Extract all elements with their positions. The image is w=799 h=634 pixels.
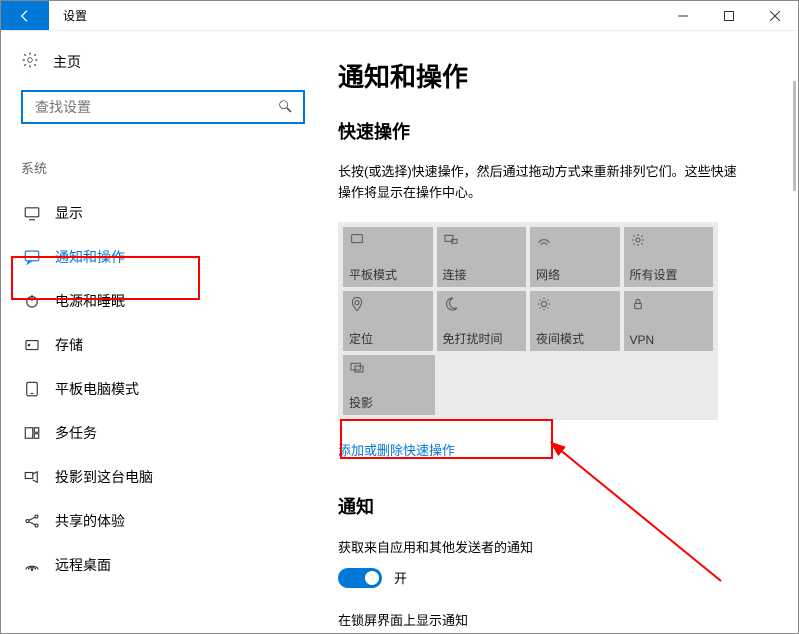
main: 通知和操作 快速操作 长按(或选择)快速操作，然后通过拖动方式来重新排列它们。这… <box>318 31 798 633</box>
maximize-icon <box>724 11 734 21</box>
close-button[interactable] <box>752 1 798 30</box>
tile-quiet-hours[interactable]: 免打扰时间 <box>437 291 527 351</box>
sidebar-item-display[interactable]: 显示 <box>21 191 308 235</box>
search-box[interactable] <box>21 90 305 124</box>
notif-toggle[interactable] <box>338 568 382 588</box>
nav-label: 多任务 <box>55 423 97 443</box>
sidebar-item-notifications[interactable]: 通知和操作 <box>21 235 308 279</box>
connect-icon <box>443 232 521 250</box>
tile-label: 投影 <box>349 394 429 411</box>
sidebar-item-project[interactable]: 投影到这台电脑 <box>21 455 308 499</box>
scrollbar-thumb[interactable] <box>793 81 796 191</box>
close-icon <box>770 11 780 21</box>
tile-night-light[interactable]: 夜间模式 <box>530 291 620 351</box>
section-notif-heading: 通知 <box>338 493 772 519</box>
toggle-row: 开 <box>338 568 772 588</box>
search-input[interactable] <box>33 98 277 116</box>
tile-label: 网络 <box>536 266 614 283</box>
tile-connect[interactable]: 连接 <box>437 227 527 287</box>
multitask-icon <box>23 424 41 442</box>
page-title: 通知和操作 <box>338 57 772 94</box>
nav-label: 共享的体验 <box>55 511 125 531</box>
quick-desc: 长按(或选择)快速操作，然后通过拖动方式来重新排列它们。这些快速操作将显示在操作… <box>338 162 738 204</box>
back-button[interactable] <box>1 1 49 30</box>
tile-location[interactable]: 定位 <box>343 291 433 351</box>
tile-label: 所有设置 <box>630 266 708 283</box>
project-icon <box>23 468 41 486</box>
titlebar: 设置 <box>1 1 798 31</box>
sidebar-item-remote[interactable]: 远程桌面 <box>21 543 308 587</box>
sidebar-item-shared[interactable]: 共享的体验 <box>21 499 308 543</box>
sidebar-item-storage[interactable]: 存储 <box>21 323 308 367</box>
sidebar-item-power[interactable]: 电源和睡眠 <box>21 279 308 323</box>
nav-label: 存储 <box>55 335 83 355</box>
arrow-left-icon <box>17 8 33 24</box>
settings-icon <box>630 232 708 250</box>
window-title: 设置 <box>49 1 101 30</box>
notification-icon <box>23 248 41 266</box>
storage-icon <box>23 336 41 354</box>
nav-label: 显示 <box>55 203 83 223</box>
tile-label: 定位 <box>349 330 427 347</box>
nav-label: 电源和睡眠 <box>55 291 125 311</box>
tile-projection[interactable]: 投影 <box>343 355 435 415</box>
tile-label: 平板模式 <box>349 266 427 283</box>
vpn-icon <box>630 296 708 314</box>
tile-label: 连接 <box>443 266 521 283</box>
power-icon <box>23 292 41 310</box>
tile-tablet-mode[interactable]: 平板模式 <box>343 227 433 287</box>
section-quick-heading: 快速操作 <box>338 118 772 144</box>
toggle-label: 开 <box>394 568 407 587</box>
sidebar-item-multitask[interactable]: 多任务 <box>21 411 308 455</box>
tile-all-settings[interactable]: 所有设置 <box>624 227 714 287</box>
tile-vpn[interactable]: VPN <box>624 291 714 351</box>
add-remove-quick-actions-link[interactable]: 添加或删除快速操作 <box>338 440 455 459</box>
sidebar: 主页 系统 显示 通知和操作 <box>1 31 318 633</box>
minimize-icon <box>678 11 688 21</box>
home-label: 主页 <box>53 52 81 72</box>
tile-network[interactable]: 网络 <box>530 227 620 287</box>
share-icon <box>23 512 41 530</box>
tablet-mode-icon <box>349 232 427 250</box>
minimize-button[interactable] <box>660 1 706 30</box>
projection-icon <box>349 360 429 378</box>
search-icon <box>277 98 293 117</box>
notif-text-1: 获取来自应用和其他发送者的通知 <box>338 537 772 556</box>
maximize-button[interactable] <box>706 1 752 30</box>
gear-icon <box>21 51 39 72</box>
tile-label: 免打扰时间 <box>443 330 521 347</box>
nav-label: 通知和操作 <box>55 247 125 267</box>
nav-label: 投影到这台电脑 <box>55 467 153 487</box>
quick-actions-grid: 平板模式 连接 网络 所有设置 <box>338 222 718 420</box>
remote-icon <box>23 556 41 574</box>
moon-icon <box>443 296 521 314</box>
sidebar-item-tablet[interactable]: 平板电脑模式 <box>21 367 308 411</box>
nav-group-label: 系统 <box>21 158 308 177</box>
display-icon <box>23 204 41 222</box>
nav-label: 平板电脑模式 <box>55 379 139 399</box>
home-link[interactable]: 主页 <box>21 51 308 72</box>
network-icon <box>536 232 614 250</box>
body: 主页 系统 显示 通知和操作 <box>1 31 798 633</box>
settings-window: 设置 主页 系统 <box>0 0 799 634</box>
notif-text-2: 在锁屏界面上显示通知 <box>338 610 772 629</box>
tile-label: VPN <box>630 333 708 347</box>
location-icon <box>349 296 427 314</box>
night-light-icon <box>536 296 614 314</box>
nav-label: 远程桌面 <box>55 555 111 575</box>
tile-label: 夜间模式 <box>536 330 614 347</box>
tablet-icon <box>23 380 41 398</box>
